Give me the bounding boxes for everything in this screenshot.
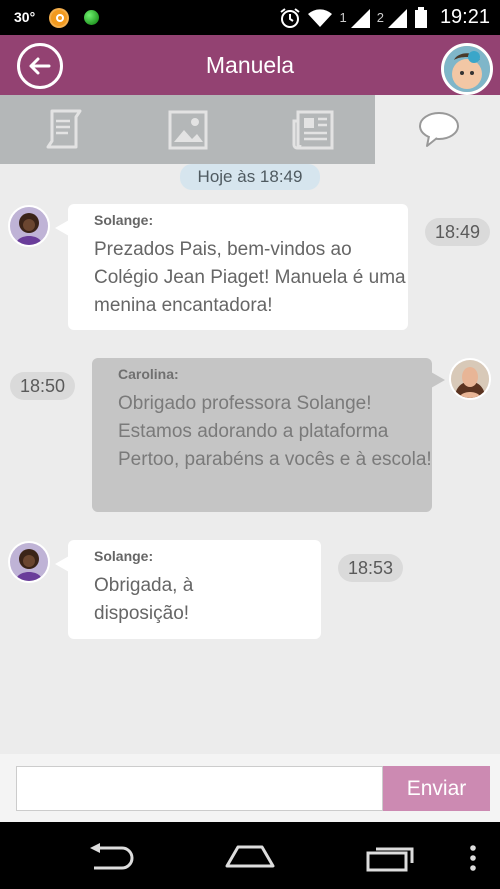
clock-text: 19:21 — [439, 6, 490, 28]
message-sender: Solange: — [94, 212, 154, 228]
tab-bar — [0, 95, 500, 164]
avatar-solange[interactable] — [8, 205, 50, 247]
battery-icon — [414, 6, 427, 28]
child-avatar[interactable] — [441, 43, 493, 95]
notification-app-icon — [49, 8, 69, 28]
send-button[interactable]: Enviar — [383, 766, 490, 811]
system-nav-bar — [0, 822, 500, 889]
message-input[interactable] — [16, 766, 383, 811]
message-sender: Solange: — [94, 548, 154, 564]
message-bubble-1[interactable]: Solange: Prezados Pais, bem-vindos ao Co… — [55, 204, 408, 330]
temperature-text: 30° — [14, 9, 36, 25]
person-photo-icon — [10, 543, 48, 581]
message-time: 18:50 — [10, 372, 75, 400]
tab-news[interactable] — [250, 95, 375, 164]
back-button[interactable] — [17, 43, 63, 89]
message-bubble-2[interactable]: Carolina: Obrigado professora Solange! E… — [92, 358, 445, 512]
back-nav-icon[interactable] — [86, 842, 136, 870]
message-time: 18:49 — [425, 218, 490, 246]
wifi-icon — [308, 8, 333, 27]
image-icon — [168, 110, 208, 150]
overflow-menu-icon[interactable] — [468, 844, 478, 874]
scroll-icon — [46, 109, 82, 149]
tab-documents[interactable] — [0, 95, 125, 164]
notification-green-icon — [84, 10, 99, 25]
signal-sim2-icon — [387, 8, 407, 28]
home-nav-icon[interactable] — [224, 844, 276, 870]
message-sender: Carolina: — [118, 366, 179, 382]
tab-chat[interactable] — [375, 95, 500, 164]
message-text: Prezados Pais, bem-vindos ao Colégio Jea… — [94, 239, 406, 316]
status-bar: 30° 1 2 19:21 — [0, 0, 500, 35]
child-photo-icon — [444, 46, 490, 92]
avatar-carolina[interactable] — [449, 358, 491, 400]
sim1-label: 1 — [339, 10, 347, 25]
message-text: Obrigada, à disposição! — [94, 575, 194, 624]
app-header: Manuela — [0, 35, 500, 95]
back-arrow-icon — [29, 57, 51, 75]
person-photo-icon — [10, 207, 48, 245]
avatar-solange[interactable] — [8, 541, 50, 583]
message-text: Obrigado professora Solange! Estamos ado… — [118, 393, 432, 470]
composer-bar: Enviar — [0, 754, 500, 822]
person-photo-icon — [451, 360, 489, 398]
date-separator: Hoje às 18:49 — [180, 164, 320, 190]
message-time: 18:53 — [338, 554, 403, 582]
alarm-icon — [280, 7, 301, 28]
signal-sim1-icon — [350, 8, 370, 28]
speech-bubble-icon — [419, 112, 459, 147]
sim2-label: 2 — [376, 10, 384, 25]
recent-apps-nav-icon[interactable] — [366, 844, 416, 872]
tab-photos[interactable] — [125, 95, 250, 164]
header-title: Manuela — [205, 52, 295, 78]
newspaper-icon — [292, 110, 334, 150]
message-bubble-3[interactable]: Solange: Obrigada, à disposição! — [55, 540, 321, 639]
